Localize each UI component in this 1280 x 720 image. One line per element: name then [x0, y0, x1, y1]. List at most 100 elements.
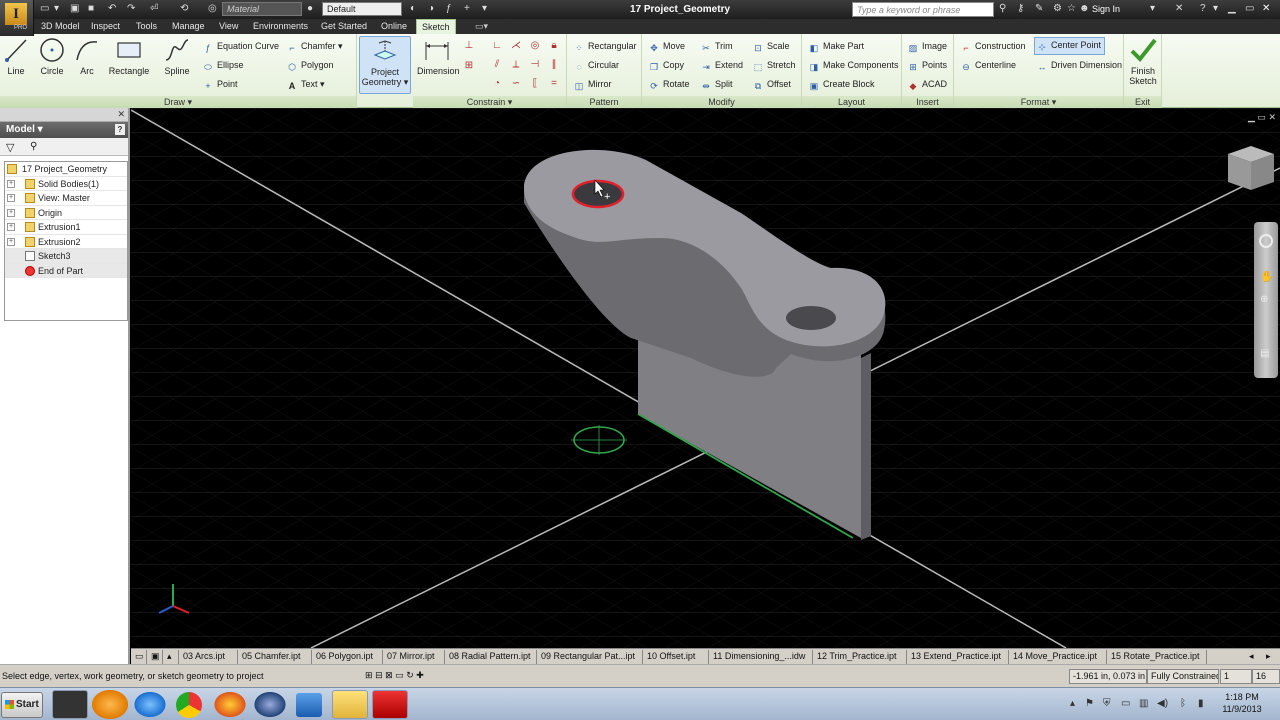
find-icon[interactable]: ⚲ — [30, 141, 37, 152]
redo-icon[interactable]: ↷ — [127, 3, 135, 14]
new-icon[interactable]: ▭ — [40, 3, 49, 14]
equation-curve-button[interactable]: ƒ Equation Curve — [202, 40, 279, 53]
inference-icon[interactable]: ⊠ — [385, 670, 393, 680]
driven-dimension-button[interactable]: ↔ Driven Dimension — [1036, 59, 1123, 72]
tree-item-view[interactable]: + View: Master — [5, 191, 127, 206]
tab-sketch[interactable]: Sketch — [416, 19, 456, 34]
expand-icon[interactable]: + — [7, 208, 15, 217]
display-icon[interactable]: ▭ — [1121, 698, 1130, 709]
tree-item-sketch3[interactable]: Sketch3 — [5, 249, 127, 264]
circle-button[interactable]: Circle — [37, 36, 67, 76]
rotate-button[interactable]: ⟳ Rotate — [648, 78, 689, 91]
itunes-icon[interactable] — [252, 690, 288, 719]
extend-button[interactable]: ⇥ Extend — [700, 59, 743, 72]
look-at-icon[interactable]: ▤ — [1260, 348, 1269, 359]
tab-inspect[interactable]: Inspect — [86, 19, 125, 34]
stretch-button[interactable]: ⬚ Stretch — [752, 59, 796, 72]
parallel-icon[interactable]: ⫽ — [489, 57, 505, 72]
tree-item-extrusion1[interactable]: + Extrusion1 — [5, 220, 127, 235]
volume-icon[interactable]: ◀) — [1157, 698, 1168, 709]
chamfer-button[interactable]: ⌐ Chamfer ▾ — [286, 40, 342, 53]
text-button[interactable]: A Text ▾ — [286, 78, 325, 91]
tab-menu-icon[interactable]: ▴ — [163, 650, 179, 664]
rectangular-pattern-button[interactable]: ⁘ Rectangular — [573, 40, 636, 53]
acrobat-icon[interactable] — [372, 690, 408, 719]
undo-icon[interactable]: ↶ — [108, 3, 116, 14]
draw-panel-label[interactable]: Draw ▾ — [0, 96, 356, 108]
graphics-viewport[interactable]: + ▁ ▭ ✕ ✋ ⊕ ▤ — [131, 108, 1280, 648]
help-icon[interactable]: ? — [1200, 3, 1206, 14]
return-icon[interactable]: ⏎ — [150, 3, 158, 14]
move-button[interactable]: ✥ Move — [648, 40, 685, 53]
circular-pattern-button[interactable]: ◌ Circular — [573, 59, 619, 72]
image-button[interactable]: ▨ Image — [907, 40, 947, 53]
subscription-icon[interactable]: ⚙ — [1053, 3, 1062, 14]
minimize-icon[interactable]: ▁ — [1248, 112, 1255, 122]
pin-icon[interactable]: ✚ — [416, 670, 424, 680]
fix-icon[interactable]: 🔒︎ — [546, 38, 562, 53]
doc-tab[interactable]: 10 Offset.ipt — [643, 650, 709, 664]
tree-item-extrusion2[interactable]: + Extrusion2 — [5, 235, 127, 249]
create-block-button[interactable]: ▣ Create Block — [808, 78, 875, 91]
doc-tab[interactable]: 13 Extend_Practice.ipt — [907, 650, 1009, 664]
pan-icon[interactable]: ✋ — [1260, 270, 1274, 283]
expand-icon[interactable]: + — [7, 179, 15, 188]
points-button[interactable]: ⊞ Points — [907, 59, 947, 72]
constrain-panel-label[interactable]: Constrain ▾ — [413, 96, 566, 108]
copy-button[interactable]: ❐ Copy — [648, 59, 684, 72]
binoculars-icon[interactable]: ⚲ — [999, 3, 1006, 14]
collinear-icon[interactable]: ⋌ — [508, 38, 524, 53]
split-button[interactable]: ⇹ Split — [700, 78, 732, 91]
notepad-icon[interactable] — [296, 693, 322, 717]
center-point-button[interactable]: ⊹ Center Point — [1034, 37, 1106, 55]
appearance-dropdown[interactable]: Default — [322, 2, 402, 16]
minimize-icon[interactable]: ▁ — [1228, 3, 1236, 14]
doc-tab[interactable]: 03 Arcs.ipt — [179, 650, 238, 664]
tree-item-part[interactable]: 17 Project_Geometry — [5, 162, 127, 177]
signin-dropdown-icon[interactable]: ▾ — [1150, 3, 1155, 14]
favorites-icon[interactable]: ☆ — [1067, 3, 1076, 14]
application-menu-button[interactable]: I PRO — [0, 0, 34, 36]
restore-icon[interactable]: ▭ — [1245, 3, 1254, 14]
sign-in-link[interactable]: Sign In — [1092, 4, 1120, 14]
material-dropdown[interactable]: Material — [222, 2, 302, 16]
start-button[interactable]: Start — [1, 692, 43, 718]
trim-button[interactable]: ✂ Trim — [700, 40, 732, 53]
close-icon[interactable]: ✕ — [1262, 3, 1270, 14]
perpendicular-icon[interactable]: ⟂ — [508, 57, 524, 72]
spline-button[interactable]: Spline — [162, 36, 192, 76]
power-icon[interactable]: ▮ — [1198, 698, 1204, 709]
show-constraints-icon[interactable]: ⊞ — [461, 58, 477, 73]
symmetric-icon[interactable]: ⟦ — [527, 76, 543, 91]
doc-tab[interactable]: 11 Dimensioning_...idw — [709, 650, 813, 664]
tree-item-solid-bodies[interactable]: + Solid Bodies(1) — [5, 177, 127, 191]
chrome-icon[interactable] — [176, 692, 202, 718]
point-button[interactable]: + Point — [202, 78, 237, 91]
acad-button[interactable]: ◆ ACAD — [907, 78, 947, 91]
constraint-icon[interactable]: ⊟ — [375, 670, 383, 680]
new-dropdown-icon[interactable]: ▾ — [54, 3, 59, 14]
ribbon-options-icon[interactable]: ▭▾ — [470, 19, 493, 34]
steering-wheel-icon[interactable] — [1259, 234, 1273, 248]
scroll-left-icon[interactable]: ◂ — [1245, 650, 1261, 664]
expand-icon[interactable]: + — [7, 194, 15, 202]
make-components-button[interactable]: ◨ Make Components — [808, 59, 899, 72]
window-icon[interactable]: ▭ — [395, 670, 404, 680]
line-button[interactable]: Line — [2, 36, 30, 76]
search-input[interactable]: Type a keyword or phrase — [852, 2, 994, 17]
tray-expand-icon[interactable]: ▴ — [1070, 698, 1075, 709]
make-part-button[interactable]: ◧ Make Part — [808, 40, 864, 53]
centerline-button[interactable]: ⊖ Centerline — [960, 59, 1016, 72]
format-panel-label[interactable]: Format ▾ — [954, 96, 1123, 108]
equal-icon[interactable]: = — [546, 76, 562, 91]
internet-explorer-icon[interactable] — [132, 690, 168, 719]
tab-3d-model[interactable]: 3D Model — [36, 19, 85, 34]
arc-button[interactable]: Arc — [72, 36, 102, 76]
save-icon[interactable]: ■ — [88, 3, 94, 14]
scroll-right-icon[interactable]: ▸ — [1262, 650, 1278, 664]
tab-online[interactable]: Online — [376, 19, 412, 34]
part-hole-right[interactable] — [786, 306, 836, 330]
browser-title[interactable]: Model ▾? — [0, 122, 128, 138]
model-canvas[interactable]: + — [131, 108, 1280, 648]
color-icon[interactable]: ● — [307, 3, 313, 14]
